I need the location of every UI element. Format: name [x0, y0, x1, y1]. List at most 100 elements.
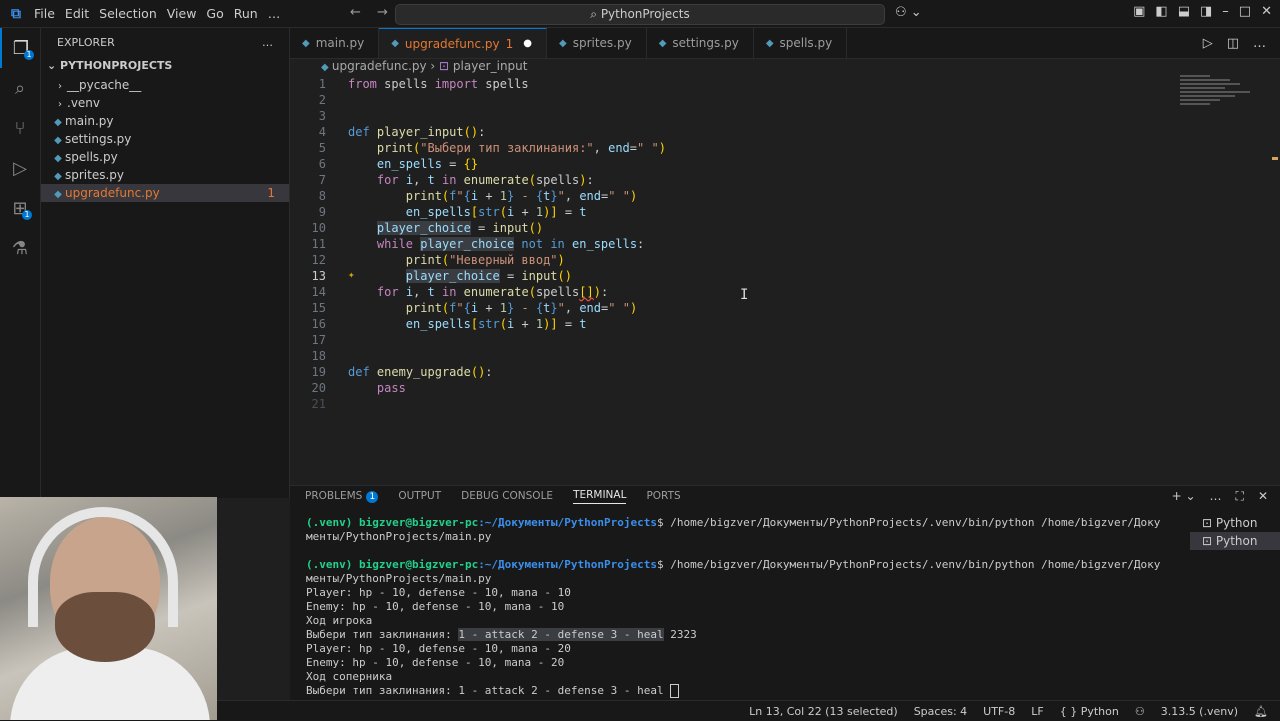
tree-item-upgradefunc[interactable]: ◆ upgradefunc.py 1 — [41, 184, 289, 202]
tab-label: spells.py — [779, 36, 833, 50]
toggle-sidebar-icon[interactable]: ◧ — [1155, 4, 1167, 19]
terminal-sessions: ⊡ Python ⊡ Python — [1190, 514, 1280, 550]
minimize-icon[interactable]: – — [1222, 4, 1229, 19]
more-actions-icon[interactable]: … — [262, 36, 273, 49]
end-of-line[interactable]: LF — [1031, 705, 1043, 718]
tab-label: sprites.py — [572, 36, 632, 50]
source-control-icon[interactable]: ⑂ — [0, 108, 40, 148]
tree-item-settings[interactable]: ◆ settings.py — [41, 130, 289, 148]
code-text: print("Неверный ввод") — [405, 253, 565, 267]
terminal-line: (.venv) bigzver@bigzver-pc:~/Документы/P… — [306, 558, 1161, 571]
menu-go[interactable]: Go — [206, 6, 231, 21]
command-center-label: PythonProjects — [600, 7, 690, 21]
run-debug-icon[interactable]: ▷ — [0, 148, 40, 188]
run-python-icon[interactable]: ▷ — [1203, 36, 1213, 51]
terminal-line: Ход соперника — [306, 670, 393, 683]
code-text: print(f"{i + 1} - {t}", end=" ") — [405, 301, 638, 315]
breadcrumb-symbol[interactable]: player_input — [453, 59, 528, 73]
menu-bar: File Edit Selection View Go Run … — [34, 0, 290, 27]
search-view-icon[interactable]: ⌕ — [0, 68, 40, 108]
code-editor[interactable]: 1 from spells import spells 2 3 4 def pla… — [290, 75, 1280, 485]
menu-view[interactable]: View — [167, 6, 205, 21]
code-text: pass — [376, 381, 406, 395]
tab-upgradefunc[interactable]: ◆ upgradefunc.py 1 ● — [379, 28, 547, 58]
explorer-header: EXPLORER … — [41, 28, 289, 56]
text-cursor-icon: I — [740, 287, 749, 303]
close-panel-icon[interactable]: ✕ — [1258, 489, 1268, 504]
python-interpreter[interactable]: 3.13.5 (.venv) — [1161, 705, 1238, 718]
command-center-search[interactable]: ⌕ PythonProjects — [395, 4, 885, 25]
problem-count: 1 — [267, 186, 275, 200]
copilot-sparkle-icon[interactable]: ✦ — [348, 268, 355, 281]
more-actions-icon[interactable]: … — [1210, 489, 1222, 504]
back-arrow-icon[interactable]: ← — [350, 5, 361, 20]
tab-label: settings.py — [672, 36, 739, 50]
copilot-icon[interactable]: ⚇ ⌄ — [895, 5, 922, 20]
tab-sprites[interactable]: ◆ sprites.py — [547, 28, 647, 58]
layout-icon[interactable]: ▣ — [1133, 4, 1145, 19]
tab-spells[interactable]: ◆ spells.py — [754, 28, 848, 58]
tree-item-venv[interactable]: › .venv — [41, 94, 289, 112]
menu-selection[interactable]: Selection — [99, 6, 165, 21]
terminal-cursor — [670, 684, 680, 698]
tab-debug-console[interactable]: DEBUG CONSOLE — [461, 490, 553, 502]
more-actions-icon[interactable]: … — [1253, 36, 1266, 51]
language-mode[interactable]: { } Python — [1060, 705, 1119, 718]
notifications-bell-icon[interactable]: 🔔︎ — [1254, 705, 1268, 718]
terminal-output[interactable]: (.venv) bigzver@bigzver-pc:~/Документы/P… — [306, 516, 1166, 698]
code-text: for i, t in enumerate(spells): — [376, 173, 594, 187]
forward-arrow-icon[interactable]: → — [377, 5, 388, 20]
indentation[interactable]: Spaces: 4 — [914, 705, 967, 718]
encoding[interactable]: UTF-8 — [983, 705, 1015, 718]
code-text: while player_choice not in en_spells: — [376, 237, 645, 251]
maximize-panel-icon[interactable]: ⛶ — [1236, 489, 1244, 504]
terminal-line: Enemy: hp - 10, defense - 10, mana - 20 — [306, 656, 565, 669]
tree-item-sprites[interactable]: ◆ sprites.py — [41, 166, 289, 184]
tab-main[interactable]: ◆ main.py — [290, 28, 380, 58]
tab-settings[interactable]: ◆ settings.py — [647, 28, 754, 58]
toggle-panel-icon[interactable]: ⬓ — [1178, 4, 1190, 19]
terminal-session-python[interactable]: ⊡ Python — [1190, 514, 1280, 532]
project-folder[interactable]: ⌄ PYTHONPROJECTS — [41, 56, 289, 76]
tree-item-pycache[interactable]: › __pycache__ — [41, 76, 289, 94]
new-terminal-icon[interactable]: + ⌄ — [1172, 489, 1196, 504]
code-text: en_spells[str(i + 1)] = t — [405, 317, 587, 331]
extensions-icon[interactable]: ⊞ 1 — [0, 188, 40, 228]
copilot-status-icon[interactable]: ⚇ — [1135, 705, 1145, 718]
menu-more[interactable]: … — [268, 6, 289, 21]
split-editor-icon[interactable]: ◫ — [1227, 36, 1239, 51]
terminal-line: Player: hp - 10, defense - 10, mana - 10 — [306, 586, 571, 599]
terminal-icon: ⊡ — [1202, 534, 1216, 548]
editor-actions: ▷ ◫ … — [1203, 36, 1266, 51]
code-text: print(f"{i + 1} - {t}", end=" ") — [405, 189, 638, 203]
tab-terminal[interactable]: TERMINAL — [573, 489, 627, 504]
testing-icon[interactable]: ⚗ — [0, 228, 40, 268]
tree-item-main[interactable]: ◆ main.py — [41, 112, 289, 130]
explorer-icon[interactable]: ❐ 1 — [0, 28, 40, 68]
tree-item-label: upgradefunc.py — [65, 186, 160, 200]
tab-ports[interactable]: PORTS — [646, 490, 680, 502]
terminal-line: Ход игрока — [306, 614, 373, 627]
tree-item-label: spells.py — [65, 150, 118, 164]
search-icon: ⌕ — [590, 7, 601, 21]
tree-item-spells[interactable]: ◆ spells.py — [41, 148, 289, 166]
terminal-line: менты/PythonProjects/main.py — [306, 572, 492, 585]
menu-run[interactable]: Run — [234, 6, 266, 21]
menu-edit[interactable]: Edit — [65, 6, 97, 21]
tab-problems[interactable]: PROBLEMS 1 — [305, 490, 379, 503]
vscode-logo-icon: ⧉ — [11, 6, 21, 22]
chevron-down-icon: ⌄ — [47, 59, 61, 72]
terminal-session-python[interactable]: ⊡ Python — [1190, 532, 1280, 550]
minimap[interactable] — [1180, 75, 1270, 135]
toggle-secondary-sidebar-icon[interactable]: ◨ — [1200, 4, 1212, 19]
close-icon[interactable]: ✕ — [1261, 4, 1272, 19]
cursor-position[interactable]: Ln 13, Col 22 (13 selected) — [749, 705, 898, 718]
menu-file[interactable]: File — [34, 6, 63, 21]
code-text: player_choice = input() — [376, 221, 544, 235]
terminal-line: Player: hp - 10, defense - 10, mana - 20 — [306, 642, 571, 655]
breadcrumb-file[interactable]: upgradefunc.py — [332, 59, 427, 73]
tab-output[interactable]: OUTPUT — [398, 490, 441, 502]
unsaved-dot-icon[interactable]: ● — [523, 38, 532, 49]
tab-label: upgradefunc.py — [404, 36, 500, 51]
maximize-icon[interactable]: □ — [1239, 4, 1251, 19]
